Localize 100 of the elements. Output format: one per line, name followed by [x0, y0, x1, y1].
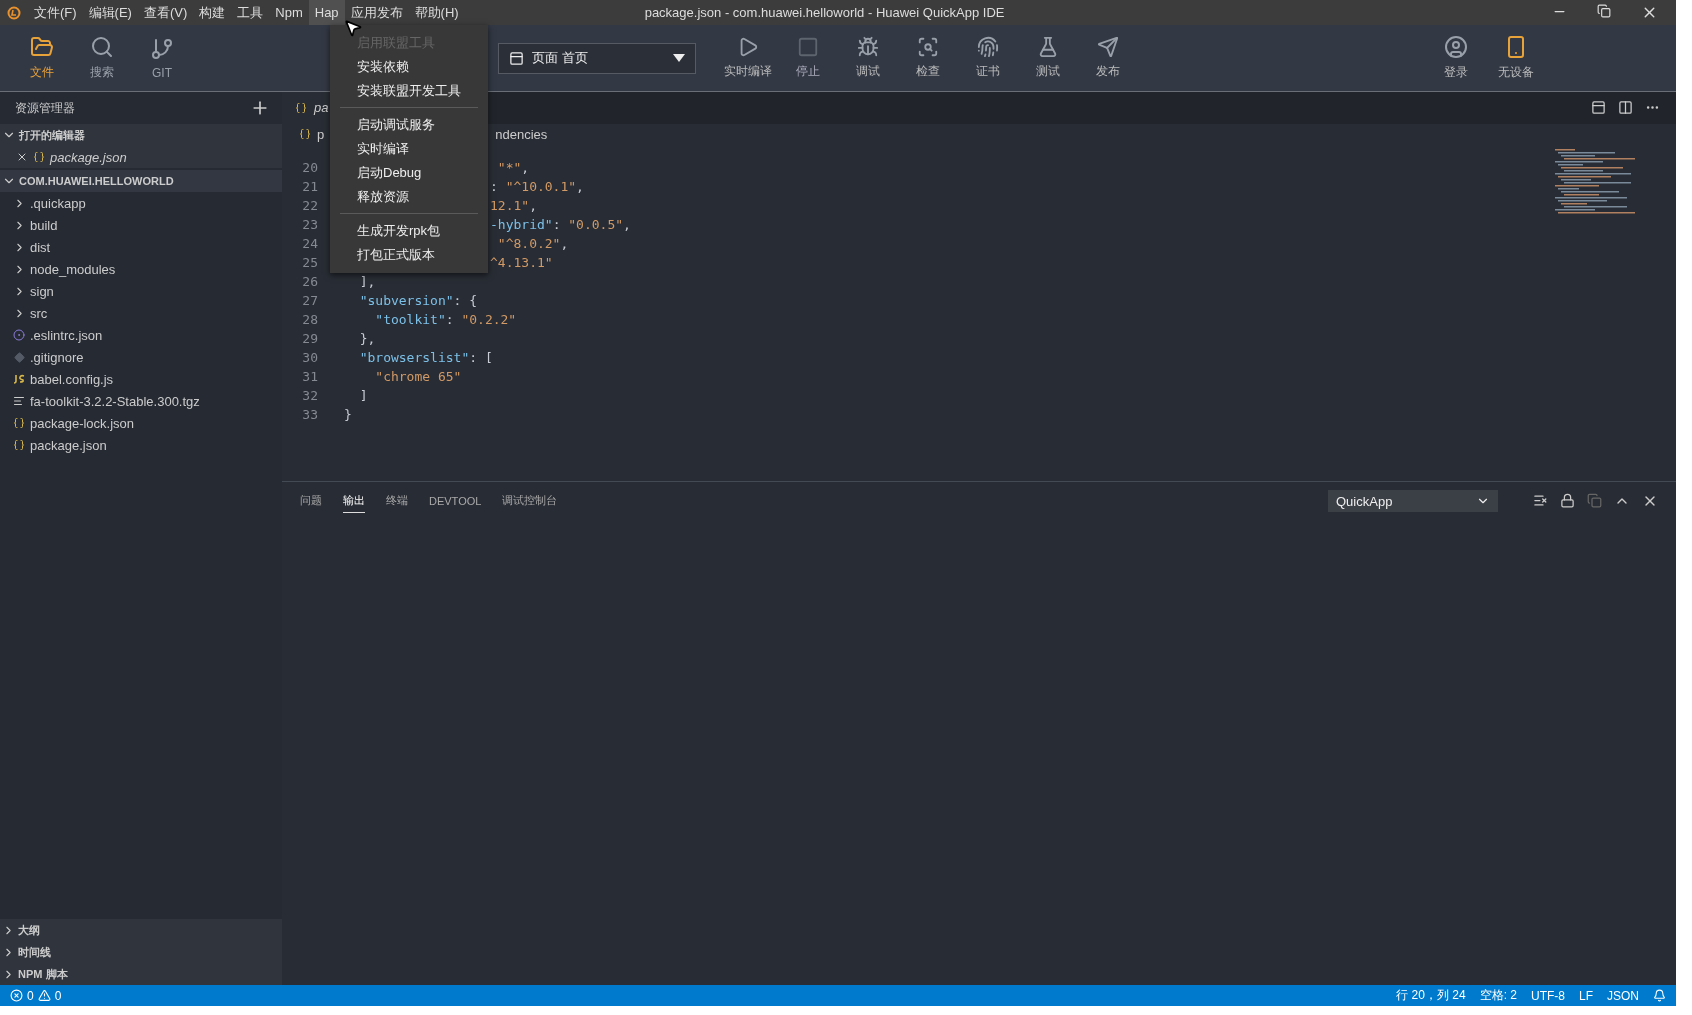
status-item[interactable]: JSON [1607, 988, 1639, 1003]
line-number: 30 [301, 349, 319, 368]
menu-item[interactable]: Hap [308, 0, 345, 25]
line-number: 26 [301, 273, 319, 292]
menu-item[interactable]: 应用发布 [344, 0, 409, 25]
section-header[interactable]: 打开的编辑器 [19, 127, 85, 143]
restore-icon[interactable] [1597, 4, 1611, 18]
toolbar-label[interactable]: 测试 [1036, 63, 1060, 80]
lock-icon[interactable] [1560, 493, 1575, 509]
panel-tab[interactable]: DEVTOOL [429, 490, 482, 512]
eslint-icon [12, 329, 26, 341]
file-tree-item[interactable]: package.json [30, 437, 107, 453]
bug-icon [857, 36, 879, 58]
toolbar-label[interactable]: GIT [152, 65, 172, 80]
code-line: "toolkit": "0.2.2" [374, 311, 517, 330]
breadcrumb-item[interactable]: ndencies [495, 126, 548, 142]
panel-tab[interactable]: 终端 [386, 489, 408, 514]
toolbar-label[interactable]: 调试 [856, 63, 880, 80]
breadcrumb-item[interactable]: p [317, 126, 325, 142]
line-number: 28 [301, 311, 319, 330]
toolbar-label[interactable]: 无设备 [1498, 64, 1534, 81]
line-number: 29 [301, 330, 319, 349]
fingerprint-icon [977, 36, 999, 58]
status-item[interactable]: 空格: 2 [1479, 987, 1517, 1004]
panel-tab[interactable]: 输出 [343, 489, 365, 514]
line-number: 23 [301, 216, 319, 235]
section-header[interactable]: 大纲 [18, 922, 40, 938]
braces-icon [12, 439, 26, 451]
code-line: ] [358, 387, 368, 406]
warning-count[interactable]: 0 [54, 988, 62, 1003]
code-line: "*", [496, 159, 530, 178]
file-tree-item[interactable]: .eslintrc.json [30, 327, 103, 343]
file-tree-item[interactable]: babel.config.js [30, 371, 114, 387]
menu-option[interactable]: 实时编译 [330, 137, 488, 161]
file-tree-item[interactable]: .quickapp [30, 195, 86, 211]
menu-option[interactable]: 释放资源 [330, 185, 488, 209]
user-icon [1444, 35, 1468, 59]
panel-tab[interactable]: 问题 [300, 489, 322, 514]
toolbar-label[interactable]: 实时编译 [724, 63, 772, 80]
file-tree-item[interactable]: node_modules [30, 261, 116, 277]
file-tree-item[interactable]: package-lock.json [30, 415, 135, 431]
notification-icon[interactable] [1653, 989, 1666, 1002]
split-editor-icon[interactable] [1618, 100, 1633, 116]
section-header[interactable]: NPM 脚本 [18, 966, 68, 982]
menu-item[interactable]: Npm [269, 0, 309, 25]
toolbar-label[interactable]: 证书 [976, 63, 1000, 80]
line-number: 33 [301, 406, 319, 425]
error-count[interactable]: 0 [27, 988, 34, 1003]
js-file-icon [12, 374, 26, 384]
toolbar-label[interactable]: 检查 [916, 63, 940, 80]
file-tree-item[interactable]: .gitignore [30, 349, 84, 365]
menu-option[interactable]: 安装依赖 [330, 55, 488, 79]
line-number: 20 [301, 159, 319, 178]
open-editor-item[interactable]: package.json [50, 149, 127, 165]
file-tree-item[interactable]: sign [30, 283, 54, 299]
sidebar-title: 资源管理器 [15, 99, 75, 117]
menu-item[interactable]: 工具 [231, 0, 270, 25]
output-channel-select[interactable]: QuickApp [1328, 490, 1498, 513]
file-tree-item[interactable]: dist [30, 239, 51, 255]
toolbar-label[interactable]: 登录 [1444, 64, 1468, 81]
code-line: -hybrid": "0.0.5", [490, 216, 631, 235]
close-icon[interactable] [16, 151, 28, 163]
search-icon [90, 35, 114, 59]
code-line: } [344, 406, 352, 425]
file-tree-item[interactable]: build [30, 217, 58, 233]
file-tree-item[interactable]: fa-toolkit-3.2.2-Stable.300.tgz [30, 393, 200, 409]
toolbar-label[interactable]: 搜索 [90, 64, 114, 81]
menu-option[interactable]: 启动Debug [330, 161, 488, 185]
toolbar-label[interactable]: 发布 [1096, 63, 1120, 80]
status-item[interactable]: UTF-8 [1530, 988, 1565, 1003]
status-item[interactable]: LF [1578, 988, 1593, 1003]
panel-tab[interactable]: 调试控制台 [502, 489, 558, 514]
menu-item[interactable]: 查看(V) [137, 0, 194, 25]
preview-icon[interactable] [1591, 100, 1606, 116]
error-icon[interactable] [10, 989, 23, 1002]
send-icon [1097, 36, 1119, 58]
warning-icon[interactable] [37, 989, 51, 1002]
toolbar-label[interactable]: 文件 [30, 64, 54, 81]
menu-item[interactable]: 构建 [193, 0, 232, 25]
copy-icon[interactable] [1587, 493, 1602, 509]
page-select[interactable]: 页面 首页 [498, 42, 696, 74]
section-header[interactable]: 时间线 [18, 944, 51, 960]
clear-output-icon[interactable] [1533, 493, 1548, 509]
line-number: 22 [301, 197, 319, 216]
menu-option[interactable]: 生成开发rpk包 [330, 219, 488, 243]
menu-item[interactable]: 编辑(E) [82, 0, 138, 25]
menu-item[interactable]: 文件(F) [28, 0, 83, 25]
braces-icon [12, 417, 26, 429]
menu-item[interactable]: 帮助(H) [408, 0, 465, 25]
folder-icon [30, 35, 54, 59]
braces-icon [294, 101, 308, 114]
status-item[interactable]: 行 20，列 24 [1396, 987, 1466, 1004]
stop-icon [797, 36, 819, 58]
line-number: 25 [301, 254, 319, 273]
inspect-icon [917, 36, 939, 58]
file-tree-item[interactable]: src [30, 305, 48, 321]
window-title: package.json - com.huawei.helloworld - Huawei QuickApp IDE [644, 5, 1005, 20]
menu-option[interactable]: 打包正式版本 [330, 243, 488, 267]
diamond-icon [12, 351, 26, 363]
code-line: }, [358, 330, 376, 349]
